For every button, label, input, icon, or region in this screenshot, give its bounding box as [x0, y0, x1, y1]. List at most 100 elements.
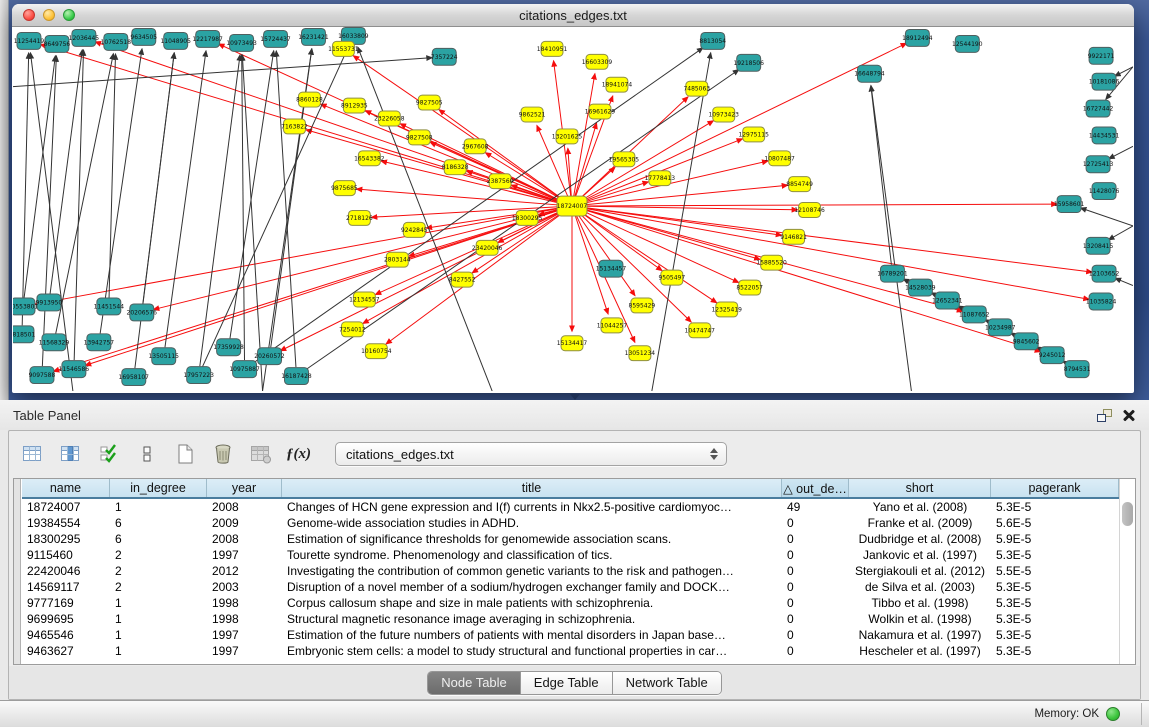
network-node[interactable]: 13051234: [625, 346, 656, 361]
column-header-out_degree[interactable]: △ out_de…: [782, 479, 849, 497]
network-node[interactable]: 9922171: [1088, 47, 1115, 64]
network-node[interactable]: 8854749: [786, 177, 813, 192]
table-row[interactable]: 1830029562008Estimation of significance …: [22, 531, 1119, 547]
network-node[interactable]: 15134417: [557, 336, 588, 351]
network-node[interactable]: 10807487: [764, 151, 795, 166]
network-node[interactable]: 8860128: [296, 92, 323, 107]
network-node[interactable]: 10474747: [685, 323, 716, 338]
network-node[interactable]: 17359928: [213, 339, 244, 356]
network-canvas[interactable]: 1125441986497561203644510762518963450511…: [13, 27, 1133, 391]
network-node[interactable]: 9245012: [1039, 347, 1066, 364]
show-columns-icon[interactable]: [57, 441, 84, 468]
network-node[interactable]: 7254012: [339, 322, 366, 337]
network-node[interactable]: 12325419: [712, 302, 743, 317]
network-node[interactable]: 16187428: [281, 368, 312, 385]
table-selector-dropdown[interactable]: citations_edges.txt: [335, 442, 727, 466]
network-node[interactable]: 18941074: [602, 77, 633, 92]
network-node[interactable]: 8427552: [449, 272, 476, 287]
network-node[interactable]: 9146821: [780, 229, 807, 244]
function-builder-icon[interactable]: ƒ(x): [285, 441, 312, 468]
network-node[interactable]: 19565305: [609, 152, 640, 167]
network-node[interactable]: 2387560: [487, 174, 514, 189]
network-node[interactable]: 9913950: [36, 294, 63, 311]
network-node[interactable]: 16961629: [585, 104, 616, 119]
network-node[interactable]: 11044257: [597, 318, 628, 333]
network-node[interactable]: 9097588: [29, 367, 56, 384]
network-node[interactable]: 7485063: [683, 81, 710, 96]
network-node[interactable]: 11553731: [328, 41, 359, 56]
network-node[interactable]: 7357224: [431, 48, 458, 65]
network-node[interactable]: 10553801: [13, 298, 38, 315]
create-column-icon[interactable]: [171, 441, 198, 468]
network-node[interactable]: 12103652: [1089, 265, 1120, 282]
network-node[interactable]: 2803144: [384, 252, 411, 267]
network-node[interactable]: 8595429: [629, 298, 656, 313]
table-row[interactable]: 969969511998Structural magnetic resonanc…: [22, 611, 1119, 627]
network-view-window[interactable]: citations_edges.txt 11254419864975612036…: [12, 4, 1134, 393]
scrollbar-thumb[interactable]: [1122, 502, 1133, 526]
minimize-window-button[interactable]: [43, 9, 55, 21]
network-node[interactable]: 12652341: [932, 292, 963, 309]
column-header-pagerank[interactable]: pagerank: [991, 479, 1119, 497]
network-node[interactable]: 14434531: [1089, 127, 1120, 144]
network-node[interactable]: 18912494: [902, 29, 933, 46]
network-node[interactable]: 2967608: [462, 139, 489, 154]
network-node[interactable]: 18300295: [512, 210, 543, 225]
network-node[interactable]: 8649756: [44, 35, 71, 52]
network-node[interactable]: 8186328: [442, 160, 469, 175]
table-row[interactable]: 2242004622012Investigating the contribut…: [22, 563, 1119, 579]
citation-network-graph[interactable]: 1125441986497561203644510762518963450511…: [13, 27, 1133, 391]
table-row[interactable]: 1872400712008Changes of HCN gene express…: [22, 499, 1119, 515]
network-node[interactable]: 9875685: [331, 181, 358, 196]
network-node[interactable]: 18724007: [557, 196, 588, 216]
network-node[interactable]: 10975887: [229, 361, 260, 378]
network-node[interactable]: 11048905: [160, 32, 191, 49]
network-node[interactable]: 9242845: [401, 222, 428, 237]
network-node[interactable]: 9845602: [1013, 333, 1040, 350]
network-node[interactable]: 15885520: [756, 255, 787, 270]
network-node[interactable]: 9862521: [519, 107, 546, 122]
table-row[interactable]: 977716911998Corpus callosum shape and si…: [22, 595, 1119, 611]
table-row[interactable]: 911546021997Tourette syndrome. Phenomeno…: [22, 547, 1119, 563]
network-node[interactable]: 13505115: [149, 348, 180, 365]
network-node[interactable]: 12725413: [1083, 156, 1114, 173]
network-node[interactable]: 16231421: [298, 28, 329, 45]
network-node[interactable]: 11087652: [959, 306, 990, 323]
network-node[interactable]: 17957223: [183, 367, 214, 384]
tab-network-table[interactable]: Network Table: [613, 672, 721, 694]
network-node[interactable]: 8522057: [736, 280, 763, 295]
network-node[interactable]: 9827508: [406, 130, 433, 145]
network-node[interactable]: 11428076: [1089, 183, 1120, 200]
network-node[interactable]: 10973493: [226, 34, 257, 51]
network-node[interactable]: 2718126: [346, 210, 373, 225]
network-node[interactable]: 12975115: [738, 127, 769, 142]
network-node[interactable]: 23420046: [472, 240, 503, 255]
tab-edge-table[interactable]: Edge Table: [521, 672, 613, 694]
row-height-icon[interactable]: [133, 441, 160, 468]
table-row[interactable]: 1938455462009Genome-wide association stu…: [22, 515, 1119, 531]
network-node[interactable]: 10762518: [101, 33, 132, 50]
network-node[interactable]: 8794531: [1064, 361, 1091, 378]
select-columns-icon[interactable]: [95, 441, 122, 468]
network-node[interactable]: 9827505: [416, 95, 443, 110]
network-node[interactable]: 12544190: [952, 35, 983, 52]
network-node[interactable]: 13942757: [84, 334, 115, 351]
network-node[interactable]: 11035824: [1086, 293, 1117, 310]
close-window-button[interactable]: [23, 9, 35, 21]
tab-node-table[interactable]: Node Table: [428, 672, 521, 694]
table-mode-icon[interactable]: [19, 441, 46, 468]
vertical-scrollbar[interactable]: [1119, 479, 1135, 664]
network-node[interactable]: 8912935: [341, 98, 368, 113]
network-node[interactable]: 20260572: [254, 348, 285, 365]
network-node[interactable]: 16603309: [582, 54, 613, 69]
table-row[interactable]: 946554611997Estimation of the future num…: [22, 627, 1119, 643]
network-node[interactable]: 15724437: [260, 30, 291, 47]
network-node[interactable]: 10181086: [1089, 73, 1120, 90]
float-panel-icon[interactable]: [1097, 409, 1112, 422]
network-node[interactable]: 12217987: [192, 30, 223, 47]
column-header-title[interactable]: title: [282, 479, 782, 497]
column-header-name[interactable]: name: [22, 479, 110, 497]
network-node[interactable]: 13208415: [1083, 237, 1114, 254]
network-node[interactable]: 12108746: [794, 203, 825, 218]
network-node[interactable]: 20206576: [127, 304, 158, 321]
